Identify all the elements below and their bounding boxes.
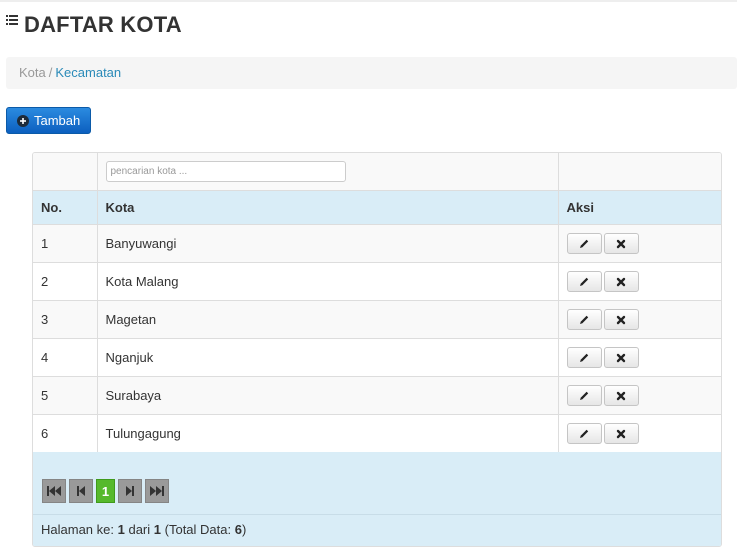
breadcrumb-separator: / xyxy=(48,65,53,80)
pencil-icon xyxy=(579,315,588,324)
total-prefix: (Total Data: xyxy=(164,522,232,537)
row-city-name: Banyuwangi xyxy=(97,224,559,263)
table-row: 5 Surabaya xyxy=(33,376,721,415)
page-prefix: Halaman ke: xyxy=(41,522,114,537)
breadcrumb: Kota / Kecamatan xyxy=(6,57,737,89)
delete-button[interactable] xyxy=(603,347,639,368)
close-icon xyxy=(616,391,626,400)
table-row: 1 Banyuwangi xyxy=(33,224,721,263)
row-city-name: Surabaya xyxy=(97,376,559,415)
delete-button[interactable] xyxy=(603,233,639,254)
breadcrumb-item-kecamatan[interactable]: Kecamatan xyxy=(55,65,121,80)
current-page-number: 1 xyxy=(117,522,125,537)
search-cell xyxy=(97,153,559,191)
first-page-button[interactable] xyxy=(42,479,66,503)
row-actions xyxy=(558,376,721,415)
add-button[interactable]: Tambah xyxy=(6,107,91,134)
edit-button[interactable] xyxy=(566,423,602,444)
table-header-row: No. Kota Aksi xyxy=(33,190,721,225)
last-page-button[interactable] xyxy=(145,479,169,503)
breadcrumb-item-kota[interactable]: Kota xyxy=(19,65,46,80)
edit-button[interactable] xyxy=(566,385,602,406)
delete-button[interactable] xyxy=(603,423,639,444)
next-page-icon xyxy=(126,486,134,496)
city-table-panel: No. Kota Aksi 1 Banyuwangi 2 Kota Malang… xyxy=(32,152,722,547)
pencil-icon xyxy=(579,429,588,438)
row-city-name: Kota Malang xyxy=(97,262,559,301)
row-number: 6 xyxy=(33,414,98,453)
first-page-icon xyxy=(47,486,61,496)
pencil-icon xyxy=(579,353,588,362)
total-count: 6 xyxy=(234,522,242,537)
row-actions xyxy=(558,414,721,453)
close-icon xyxy=(616,277,626,286)
pagination-info: Halaman ke: 1 dari 1 (Total Data: 6) xyxy=(33,514,721,546)
row-city-name: Tulungagung xyxy=(97,414,559,453)
column-header-aksi: Aksi xyxy=(558,190,721,225)
pencil-icon xyxy=(579,391,588,400)
row-city-name: Magetan xyxy=(97,300,559,339)
close-icon xyxy=(616,315,626,324)
table-footer: 1 Halaman ke: 1 dari 1 (Total Data: 6) xyxy=(33,452,721,546)
plus-circle-icon xyxy=(17,114,29,127)
edit-button[interactable] xyxy=(566,347,602,368)
page-title-text: DAFTAR KOTA xyxy=(24,12,182,37)
close-icon xyxy=(616,429,626,438)
table-row: 6 Tulungagung xyxy=(33,414,721,453)
next-page-button[interactable] xyxy=(118,479,142,503)
top-border xyxy=(0,0,737,2)
search-row xyxy=(33,153,721,191)
row-actions xyxy=(558,300,721,339)
page-title: DAFTAR KOTA xyxy=(6,12,182,38)
current-page-button[interactable]: 1 xyxy=(96,479,115,503)
row-actions xyxy=(558,224,721,263)
pencil-icon xyxy=(579,239,588,248)
table-row: 2 Kota Malang xyxy=(33,262,721,301)
add-button-label: Tambah xyxy=(34,113,81,128)
table-row: 4 Nganjuk xyxy=(33,338,721,377)
delete-button[interactable] xyxy=(603,385,639,406)
row-number: 1 xyxy=(33,224,98,263)
list-icon xyxy=(6,15,18,25)
row-number: 3 xyxy=(33,300,98,339)
edit-button[interactable] xyxy=(566,233,602,254)
row-number: 4 xyxy=(33,338,98,377)
of-label: dari xyxy=(128,522,151,537)
total-pages: 1 xyxy=(153,522,162,537)
row-actions xyxy=(558,338,721,377)
search-row-spacer-right xyxy=(558,153,721,191)
close-icon xyxy=(616,239,626,248)
pencil-icon xyxy=(579,277,588,286)
row-city-name: Nganjuk xyxy=(97,338,559,377)
delete-button[interactable] xyxy=(603,309,639,330)
city-table: No. Kota Aksi 1 Banyuwangi 2 Kota Malang… xyxy=(33,153,721,453)
close-icon xyxy=(616,353,626,362)
pagination: 1 xyxy=(42,479,169,503)
previous-page-button[interactable] xyxy=(69,479,93,503)
column-header-no: No. xyxy=(33,190,98,225)
last-page-icon xyxy=(150,486,164,496)
search-row-spacer xyxy=(33,153,98,191)
table-row: 3 Magetan xyxy=(33,300,721,339)
delete-button[interactable] xyxy=(603,271,639,292)
row-number: 5 xyxy=(33,376,98,415)
row-actions xyxy=(558,262,721,301)
edit-button[interactable] xyxy=(566,271,602,292)
column-header-kota: Kota xyxy=(97,190,559,225)
search-input[interactable] xyxy=(105,161,346,182)
edit-button[interactable] xyxy=(566,309,602,330)
total-suffix: ) xyxy=(241,522,247,537)
previous-page-icon xyxy=(77,486,85,496)
row-number: 2 xyxy=(33,262,98,301)
